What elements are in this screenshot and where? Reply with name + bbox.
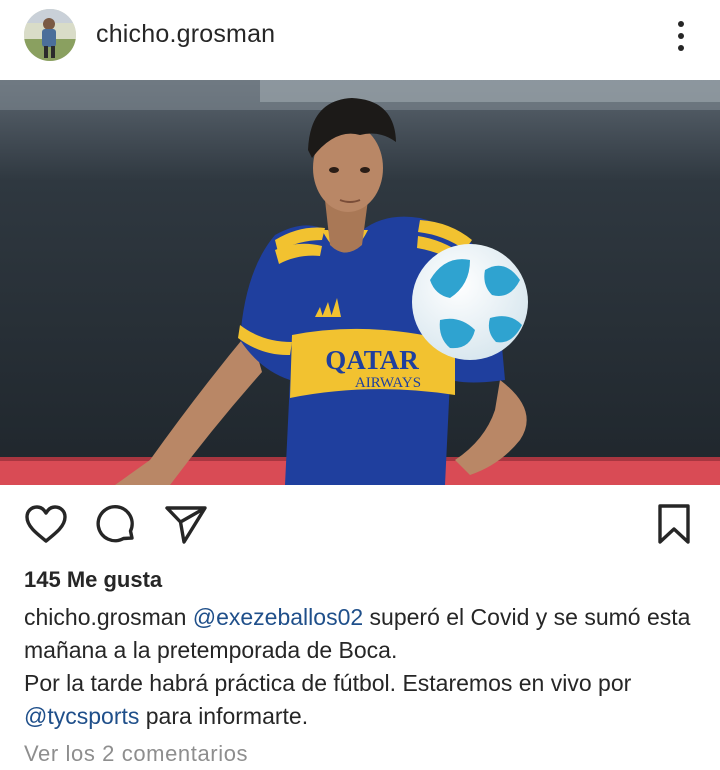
instagram-post: chicho.grosman QATAR AIRWAYS 145 Me gust… [0, 0, 720, 770]
bookmark-icon [658, 504, 690, 544]
post-header: chicho.grosman [0, 0, 720, 80]
more-vertical-icon [678, 21, 684, 27]
share-button[interactable] [162, 500, 210, 548]
post-photo[interactable]: QATAR AIRWAYS [0, 80, 720, 485]
caption-mention-exezeballos02[interactable]: @exezeballos02 [193, 604, 363, 630]
avatar[interactable] [24, 9, 76, 61]
likes-count[interactable]: 145 Me gusta [24, 567, 162, 593]
caption-text-3: para informarte. [139, 703, 309, 729]
heart-icon [25, 505, 67, 543]
caption-text-2: Por la tarde habrá práctica de fútbol. E… [24, 670, 632, 696]
comment-icon [96, 505, 134, 543]
view-comments-link[interactable]: Ver los 2 comentarios [24, 741, 248, 767]
action-bar [0, 500, 720, 552]
save-button[interactable] [650, 500, 698, 548]
more-vertical-icon-dot [678, 45, 684, 51]
shirt-sponsor-line2: AIRWAYS [355, 375, 421, 391]
comment-button[interactable] [92, 500, 140, 548]
more-options-button[interactable] [664, 14, 698, 58]
shirt-sponsor-line1: QATAR [325, 345, 419, 375]
like-button[interactable] [22, 500, 70, 548]
caption-username[interactable]: chicho.grosman [24, 604, 186, 630]
caption-mention-tycsports[interactable]: @tycsports [24, 703, 139, 729]
send-icon [165, 506, 207, 544]
username[interactable]: chicho.grosman [96, 20, 275, 49]
post-caption: chicho.grosman @exezeballos02 superó el … [24, 601, 704, 733]
more-vertical-icon-dot [678, 33, 684, 39]
